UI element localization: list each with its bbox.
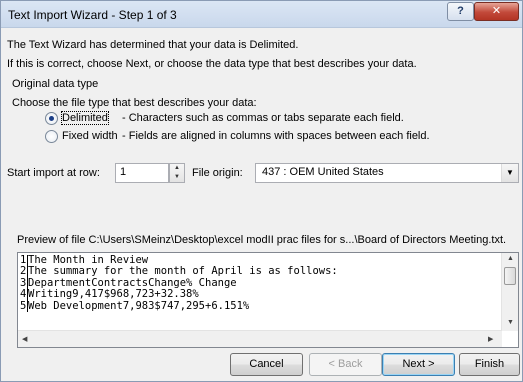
spin-up-icon[interactable]: ▲ [170, 164, 184, 173]
back-button[interactable]: < Back [309, 353, 382, 376]
start-row-spinner[interactable]: ▲ ▼ [169, 163, 185, 183]
start-import-label: Start import at row: [7, 167, 100, 179]
start-row-input[interactable]: 1 [115, 163, 169, 183]
file-origin-select[interactable]: 437 : OEM United States [255, 163, 519, 183]
file-type-prompt: Choose the file type that best describes… [12, 97, 257, 109]
fixed-width-radio[interactable] [45, 130, 58, 143]
intro-line-1: The Text Wizard has determined that your… [7, 39, 299, 51]
file-origin-label: File origin: [192, 167, 243, 179]
delimited-radio[interactable] [45, 112, 58, 125]
close-button[interactable]: ✕ [474, 2, 519, 21]
scroll-down-icon[interactable]: ▼ [507, 319, 514, 326]
next-button[interactable]: Next > [382, 353, 455, 376]
intro-line-2: If this is correct, choose Next, or choo… [7, 58, 417, 70]
file-origin-dropdown-icon[interactable]: ▼ [501, 164, 518, 182]
scroll-left-icon[interactable]: ◀ [22, 335, 27, 343]
preview-horizontal-scrollbar[interactable]: ◀ ▶ [18, 330, 502, 347]
title-bar: Text Import Wizard - Step 1 of 3 ? ✕ [1, 1, 522, 28]
preview-lines: 1 The Month in Review 2 The summary for th… [20, 254, 338, 313]
help-button[interactable]: ? [447, 2, 474, 21]
preview-pane[interactable]: 1 The Month in Review 2 The summary for th… [17, 252, 519, 348]
text-import-wizard-dialog: Text Import Wizard - Step 1 of 3 ? ✕ The… [0, 0, 523, 382]
spin-down-icon[interactable]: ▼ [170, 173, 184, 182]
fixed-width-label[interactable]: Fixed width [62, 130, 118, 142]
scroll-right-icon[interactable]: ▶ [488, 335, 493, 343]
delimited-description: - Characters such as commas or tabs sepa… [122, 112, 404, 124]
preview-vertical-scrollbar[interactable]: ▲ ▼ [501, 253, 518, 331]
vertical-scroll-thumb[interactable] [504, 267, 516, 285]
window-title: Text Import Wizard - Step 1 of 3 [8, 8, 177, 22]
finish-button[interactable]: Finish [459, 353, 520, 376]
delimited-option[interactable]: Delimited [61, 111, 109, 125]
file-origin-value: 437 : OEM United States [262, 166, 384, 178]
delimited-label: Delimited [61, 111, 109, 125]
scroll-up-icon[interactable]: ▲ [507, 255, 514, 262]
original-data-type-label: Original data type [12, 78, 99, 90]
cancel-button[interactable]: Cancel [230, 353, 303, 376]
preview-label: Preview of file C:\Users\SMeinz\Desktop\… [17, 234, 507, 246]
preview-line: 5 Web Development7,983$747,295+6.151% [20, 299, 250, 313]
fixed-width-description: - Fields are aligned in columns with spa… [122, 130, 430, 142]
